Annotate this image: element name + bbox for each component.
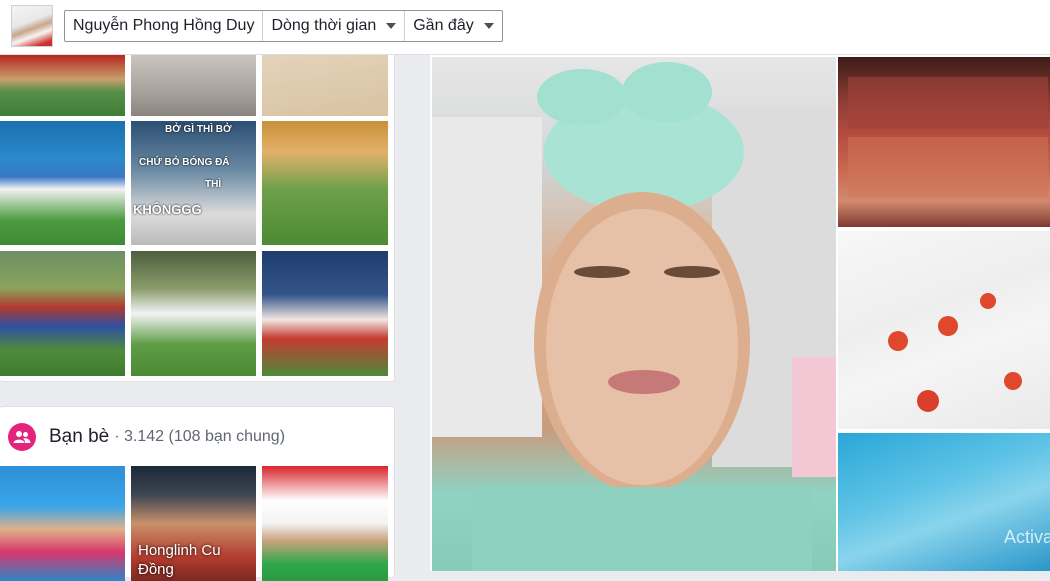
photo-thumbnail[interactable]: [262, 121, 388, 245]
timeline-dropdown[interactable]: Dòng thời gian: [263, 11, 406, 41]
recent-label: Gần đây: [413, 17, 474, 34]
photo-meme[interactable]: BỞ GÌ THÌ BỞ CHỨ BỎ BÓNG ĐÁ THÌ KHÔNGGG: [131, 121, 256, 245]
top-bar: Nguyễn Phong Hồng Duy Dòng thời gian Gần…: [0, 0, 1050, 55]
friend-tile[interactable]: Honglinh Cu Đồng: [131, 466, 256, 581]
featured-photo-art: [432, 62, 836, 571]
friends-card: Bạn bè · 3.142 (108 bạn chung) Honglinh …: [0, 406, 395, 581]
side-photo-lipsticks[interactable]: [838, 57, 1050, 227]
side-photo-masks[interactable]: [838, 231, 1050, 429]
left-column: BỞ GÌ THÌ BỞ CHỨ BỎ BÓNG ĐÁ THÌ KHÔNGGG …: [0, 55, 395, 581]
photo-thumbnail[interactable]: [0, 121, 125, 245]
friends-icon: [8, 423, 36, 451]
photo-thumbnail[interactable]: [131, 55, 256, 116]
profile-name-link[interactable]: Nguyễn Phong Hồng Duy: [65, 11, 264, 41]
featured-photo[interactable]: [432, 57, 836, 571]
friends-header: Bạn bè · 3.142 (108 bạn chung): [8, 423, 285, 451]
activate-watermark: Activa: [1004, 527, 1050, 547]
mask-packs-art: [888, 293, 1022, 412]
meme-text-line: CHỨ BỎ BÓNG ĐÁ: [139, 157, 230, 168]
profile-avatar[interactable]: [11, 5, 53, 47]
photo-thumbnail[interactable]: [0, 251, 125, 376]
photos-grid: BỞ GÌ THÌ BỞ CHỨ BỎ BÓNG ĐÁ THÌ KHÔNGGG: [0, 55, 395, 382]
friends-count-value: 3.142 (108 bạn chung): [124, 428, 286, 445]
chevron-down-icon: [386, 23, 397, 29]
profile-name-label: Nguyễn Phong Hồng Duy: [73, 17, 255, 34]
breadcrumb: Nguyễn Phong Hồng Duy Dòng thời gian Gần…: [64, 10, 503, 42]
friend-name: Honglinh Cu Đồng: [138, 542, 221, 578]
chevron-down-icon: [483, 23, 494, 29]
friend-tile[interactable]: [0, 466, 125, 581]
photo-thumbnail[interactable]: [131, 251, 256, 376]
meme-text-line: KHÔNGGG: [133, 202, 202, 217]
meme-text-line: BỞ GÌ THÌ BỞ: [165, 124, 232, 135]
meme-text-line: THÌ: [205, 179, 222, 190]
photo-thumbnail[interactable]: [262, 55, 388, 116]
side-photo-boxes[interactable]: Activa: [838, 433, 1050, 571]
photo-thumbnail[interactable]: [262, 251, 388, 376]
recent-dropdown[interactable]: Gần đây: [405, 11, 501, 41]
photo-thumbnail[interactable]: [0, 55, 125, 116]
friends-count: · 3.142 (108 bạn chung): [114, 428, 286, 445]
friend-tile[interactable]: [262, 466, 388, 581]
friends-title[interactable]: Bạn bè: [49, 426, 109, 448]
main-photo-post: Activa: [430, 55, 1050, 571]
lipstick-rows-art: [848, 77, 1048, 197]
timeline-label: Dòng thời gian: [271, 17, 377, 34]
